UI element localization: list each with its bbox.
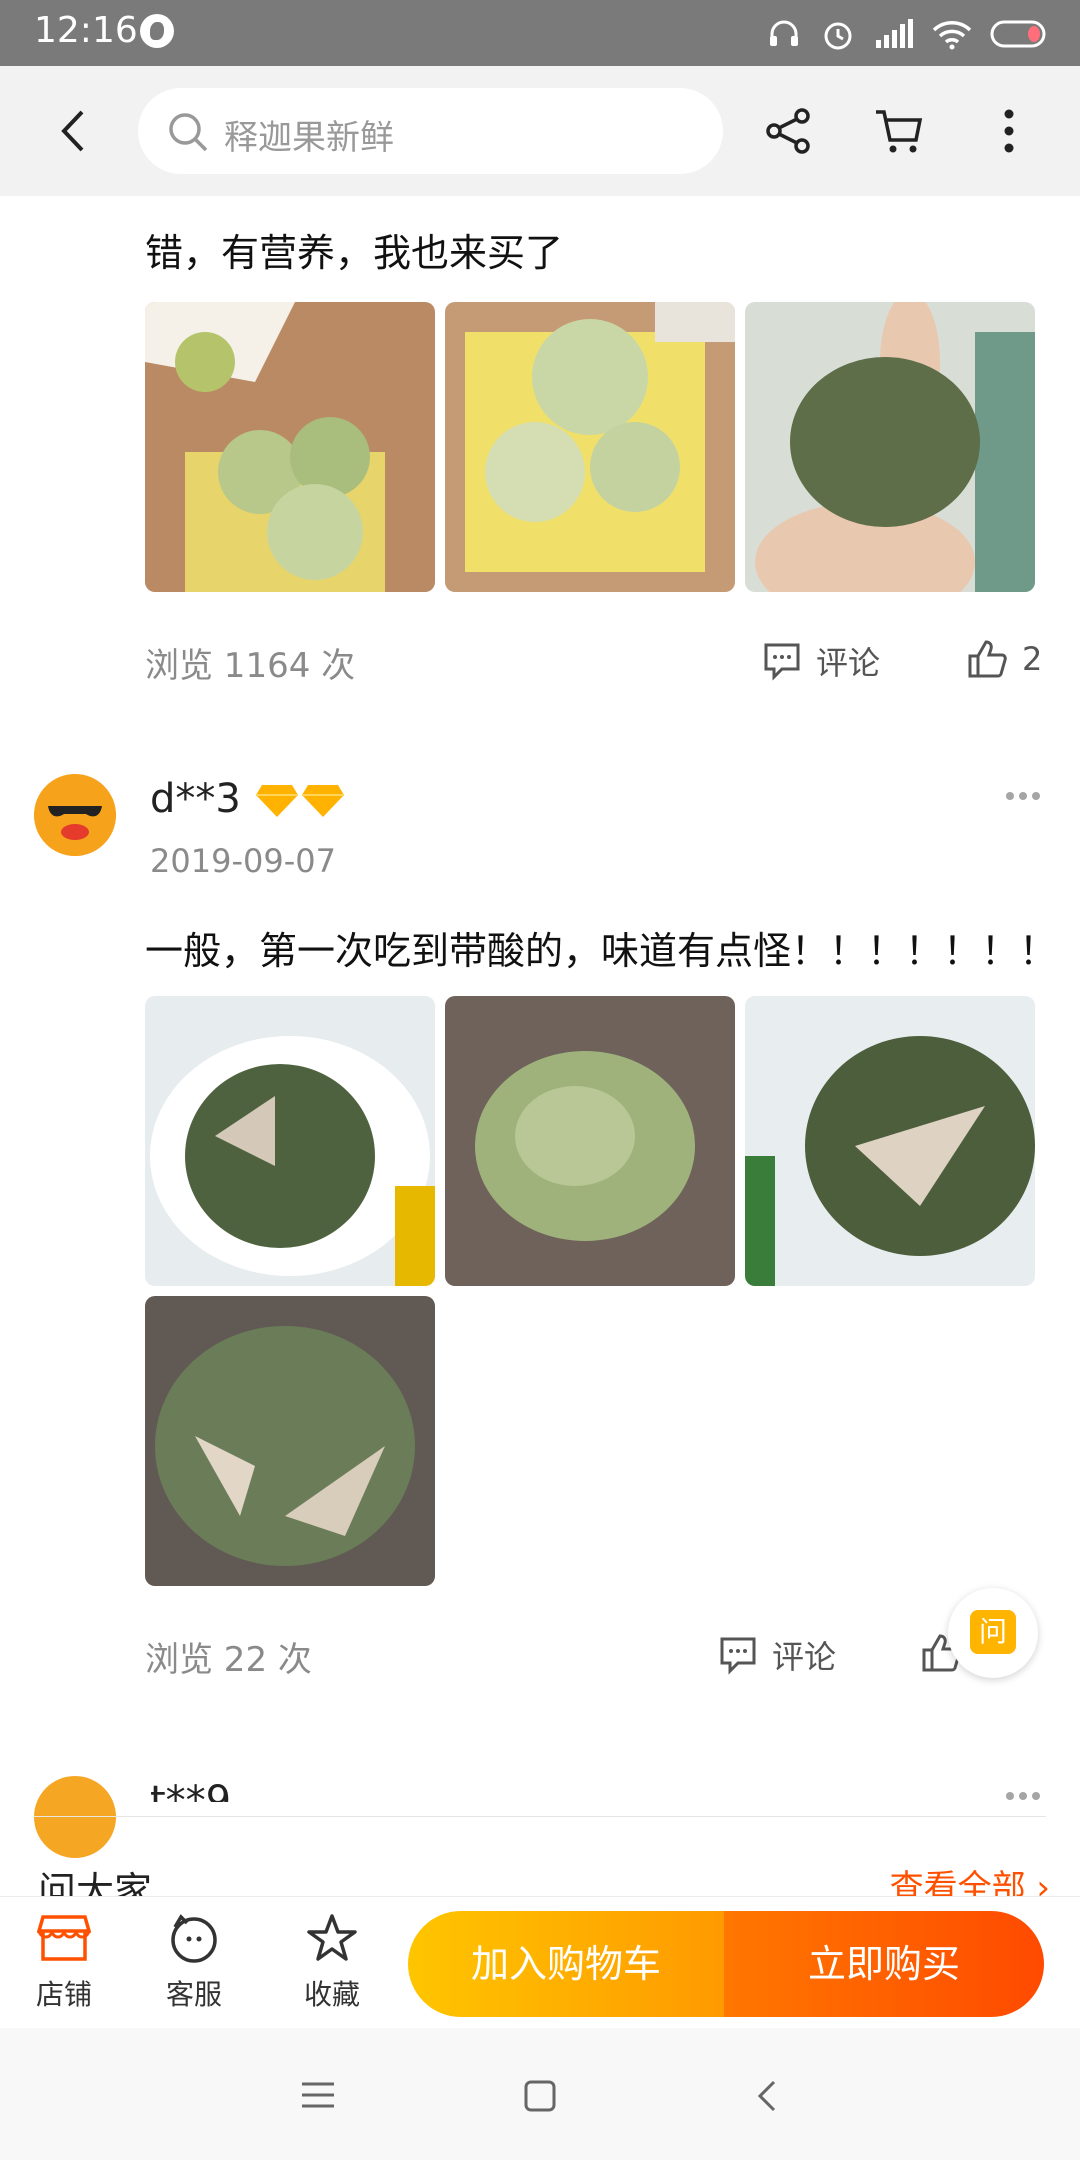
comment-button[interactable]: 评论 <box>718 1632 836 1678</box>
battery-icon <box>990 20 1046 48</box>
status-icons <box>766 14 1050 54</box>
review-photo[interactable] <box>445 302 735 592</box>
shop-button[interactable]: 店铺 <box>14 1913 114 2013</box>
customer-service-button[interactable]: 客服 <box>144 1913 244 2013</box>
ask-section-title: 问大家 <box>38 1869 153 1896</box>
view-count: 浏览 1164 次 <box>145 646 356 686</box>
comment-icon <box>720 1637 756 1675</box>
customer-service-label: 客服 <box>165 1978 222 2011</box>
status-time: 12:16 <box>34 10 138 51</box>
avatar[interactable] <box>34 774 116 856</box>
review-photo[interactable] <box>145 996 435 1286</box>
review-meta: 浏览 22 次 评论 <box>0 1628 1080 1688</box>
star-icon <box>307 1914 357 1961</box>
more-options-icon[interactable] <box>1006 1792 1040 1800</box>
diamond-badge-icon <box>255 785 298 817</box>
review-date: 2019-09-07 <box>150 842 336 880</box>
shop-label: 店铺 <box>35 1978 92 2011</box>
comment-label: 评论 <box>816 644 881 682</box>
thumbs-up-icon <box>968 640 1007 678</box>
more-vertical-icon[interactable] <box>982 104 1036 158</box>
signal-icon <box>876 19 913 48</box>
share-icon[interactable] <box>762 104 816 158</box>
add-to-cart-button[interactable]: 加入购物车 <box>408 1911 724 2017</box>
username-text: d**3 <box>150 776 241 822</box>
comment-icon <box>764 643 800 681</box>
review-photo[interactable] <box>745 996 1035 1286</box>
search-placeholder: 释迦果新鲜 <box>224 118 394 158</box>
like-button[interactable]: 2 <box>966 638 1042 680</box>
customer-service-icon <box>171 1914 217 1963</box>
home-icon[interactable] <box>522 2078 558 2114</box>
ask-icon: 问 <box>970 1610 1016 1654</box>
more-options-icon[interactable] <box>1006 792 1040 800</box>
diamond-badge-icon <box>301 785 344 817</box>
comment-button[interactable]: 评论 <box>762 638 880 684</box>
buy-now-button[interactable]: 立即购买 <box>724 1911 1044 2017</box>
menu-icon[interactable] <box>298 2078 338 2112</box>
review-meta: 浏览 1164 次 评论 2 <box>0 634 1080 694</box>
view-all-link[interactable]: 查看全部 › <box>890 1860 1050 1896</box>
search-icon <box>169 113 208 152</box>
review-photo[interactable] <box>745 302 1035 592</box>
review-text: 错，有营养，我也来买了 <box>145 231 564 275</box>
top-nav: 释迦果新鲜 <box>0 66 1080 196</box>
back-arrow-icon[interactable] <box>50 104 100 158</box>
system-nav-bar <box>0 2028 1080 2160</box>
username: d**3 <box>150 776 346 822</box>
headset-icon <box>770 20 798 46</box>
view-count: 浏览 22 次 <box>145 1640 312 1680</box>
search-input[interactable]: 释迦果新鲜 <box>138 88 723 174</box>
review-photo[interactable] <box>145 1296 435 1586</box>
back-icon[interactable] <box>752 2078 782 2114</box>
like-count: 2 <box>1022 640 1043 678</box>
wifi-icon <box>932 21 972 50</box>
comment-label: 评论 <box>772 1638 837 1676</box>
status-bar: 12:16 <box>0 0 1080 66</box>
review-photo[interactable] <box>145 302 435 592</box>
review-photo[interactable] <box>445 996 735 1286</box>
bottom-action-bar: 店铺 客服 收藏 加入购物车 立即购买 <box>0 1896 1080 2029</box>
review-text: 一般，第一次吃到带酸的，味道有点怪！！！！！！！ <box>145 929 1058 973</box>
cart-icon[interactable] <box>872 104 926 158</box>
divider <box>34 1816 1046 1817</box>
favorite-button[interactable]: 收藏 <box>282 1913 382 2013</box>
username: t**9 <box>150 1778 232 1802</box>
ask-floating-button[interactable]: 问 <box>948 1588 1038 1678</box>
favorite-label: 收藏 <box>303 1978 360 2011</box>
globe-icon <box>140 14 174 48</box>
alarm-icon <box>824 22 852 50</box>
review-list[interactable]: 错，有营养，我也来买了 浏览 1164 次 评论 2 d**3 2019-09-… <box>0 196 1080 1896</box>
avatar[interactable] <box>34 1776 116 1858</box>
shop-icon <box>36 1915 92 1961</box>
